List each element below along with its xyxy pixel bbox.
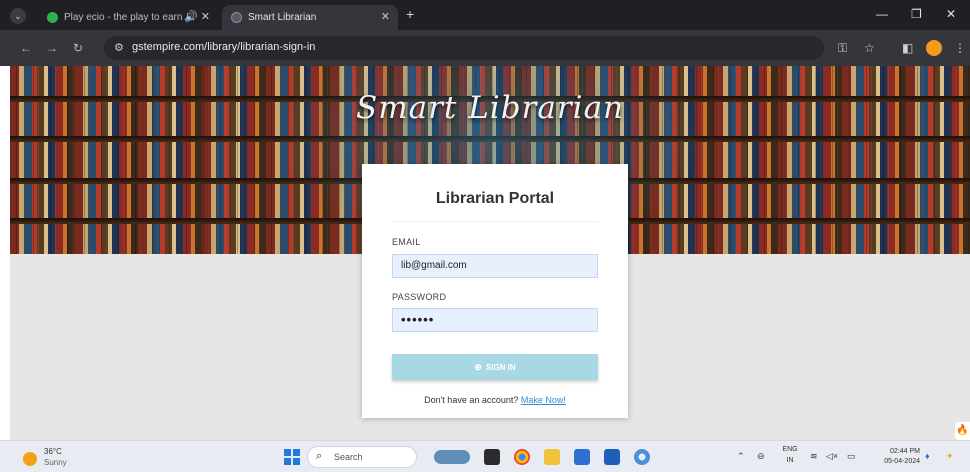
widgets-app-icon[interactable] bbox=[434, 450, 470, 464]
wifi-icon[interactable]: ≋ bbox=[810, 451, 818, 462]
close-window-button[interactable]: ✕ bbox=[946, 7, 956, 21]
language-region[interactable]: IN bbox=[780, 457, 800, 464]
terminal-app-icon[interactable] bbox=[484, 449, 500, 465]
sidebar-icon[interactable]: ◧ bbox=[902, 41, 913, 55]
card-title: Librarian Portal bbox=[435, 190, 555, 207]
chrome-app-icon[interactable] bbox=[514, 449, 530, 465]
hero-title: Smart Librarian bbox=[355, 90, 625, 126]
copilot-icon[interactable]: ✦ bbox=[946, 451, 954, 462]
email-label: EMAIL bbox=[392, 237, 421, 247]
volume-icon[interactable]: ◁× bbox=[826, 451, 838, 462]
sign-in-icon: ⊕ bbox=[474, 362, 482, 372]
tab-play-ecio[interactable]: Play ecio - the play to earn 🔊 ✕ bbox=[38, 5, 218, 30]
tab-search-icon[interactable]: ⌄ bbox=[10, 8, 26, 24]
settings-gear-icon[interactable] bbox=[634, 449, 650, 465]
maximize-button[interactable]: ❐ bbox=[911, 7, 922, 21]
tab-close-icon[interactable]: 🔊 ✕ bbox=[184, 5, 210, 30]
weather-sun-icon[interactable] bbox=[23, 452, 37, 466]
floating-flame-icon[interactable]: 🔥 bbox=[955, 422, 970, 440]
taskbar-search[interactable]: ⌕ Search bbox=[307, 446, 417, 468]
make-now-link[interactable]: Make Now! bbox=[521, 395, 566, 405]
address-bar[interactable]: ⚙ gstempire.com/library/librarian-sign-i… bbox=[104, 36, 824, 60]
file-explorer-icon[interactable] bbox=[544, 449, 560, 465]
windows-start-icon[interactable] bbox=[284, 449, 300, 465]
favicon-icon bbox=[231, 12, 242, 23]
store-app-icon[interactable] bbox=[574, 449, 590, 465]
tab-close-icon[interactable]: ✕ bbox=[381, 5, 390, 30]
signup-prompt: Don't have an account? Make Now! bbox=[362, 395, 628, 405]
forward-arrow-icon[interactable]: → bbox=[46, 41, 58, 55]
mail-app-icon[interactable] bbox=[604, 449, 620, 465]
address-bar-row: ← → ↻ ⚙ gstempire.com/library/librarian-… bbox=[0, 30, 970, 66]
notification-bell-icon[interactable]: ♦ bbox=[925, 451, 930, 461]
tab-label: Play ecio - the play to earn bbox=[64, 12, 183, 23]
new-tab-button[interactable]: + bbox=[406, 6, 414, 22]
weather-condition[interactable]: Sunny bbox=[44, 458, 67, 467]
clock-date: 05-04-2024 bbox=[884, 458, 920, 465]
more-menu-icon[interactable]: ⋮ bbox=[954, 41, 966, 55]
favicon-icon bbox=[47, 12, 58, 23]
clock-time: 02:44 PM bbox=[890, 448, 920, 455]
password-key-icon[interactable]: ⚿ bbox=[838, 41, 847, 56]
tab-smart-librarian[interactable]: Smart Librarian ✕ bbox=[222, 5, 398, 30]
signup-text: Don't have an account? bbox=[424, 395, 519, 405]
reload-icon[interactable]: ↻ bbox=[73, 41, 83, 55]
email-field[interactable]: lib@gmail.com bbox=[392, 254, 598, 278]
battery-icon[interactable]: ▭ bbox=[847, 451, 856, 462]
search-placeholder: Search bbox=[334, 452, 363, 462]
tray-chevron-icon[interactable]: ⌃ bbox=[737, 451, 745, 462]
password-field[interactable]: •••••• bbox=[392, 308, 598, 332]
login-card: Librarian Portal EMAIL lib@gmail.com PAS… bbox=[362, 164, 628, 418]
search-icon: ⌕ bbox=[316, 450, 323, 462]
site-info-icon[interactable]: ⚙ bbox=[114, 41, 124, 54]
password-label: PASSWORD bbox=[392, 292, 447, 302]
url-text[interactable]: gstempire.com/library/librarian-sign-in bbox=[132, 41, 315, 53]
minimize-button[interactable]: — bbox=[876, 7, 888, 21]
weather-temp[interactable]: 36°C bbox=[44, 447, 62, 456]
sign-in-label: SIGN IN bbox=[485, 363, 516, 372]
taskbar: 36°C Sunny ⌕ Search ⌃ ⊖ ENG IN ≋ ◁× ▭ 02… bbox=[0, 440, 970, 472]
title-divider bbox=[392, 221, 598, 222]
clock[interactable]: 02:44 PM 05-04-2024 bbox=[866, 447, 920, 467]
tray-link-icon[interactable]: ⊖ bbox=[757, 451, 765, 462]
tab-label: Smart Librarian bbox=[248, 12, 317, 23]
profile-avatar[interactable] bbox=[926, 40, 942, 56]
language-code[interactable]: ENG bbox=[780, 446, 800, 453]
bookmark-star-icon[interactable]: ☆ bbox=[864, 41, 875, 55]
back-arrow-icon[interactable]: ← bbox=[20, 41, 32, 55]
browser-tab-bar: ⌄ Play ecio - the play to earn 🔊 ✕ Smart… bbox=[0, 0, 970, 30]
sign-in-button[interactable]: ⊕ SIGN IN bbox=[392, 354, 598, 380]
